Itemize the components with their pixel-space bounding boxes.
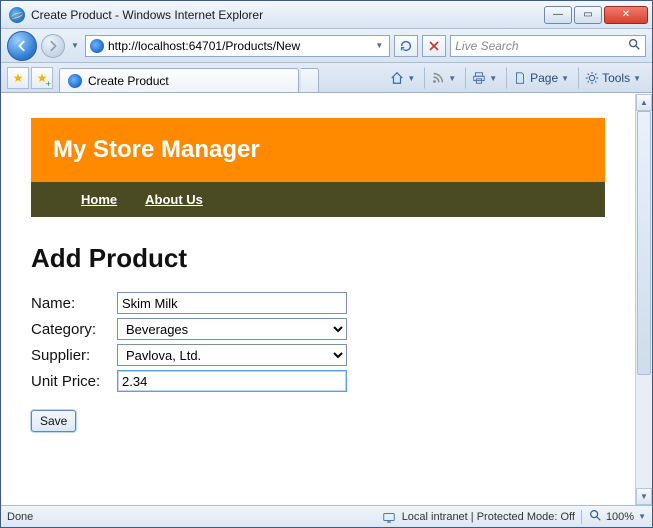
save-button[interactable]: Save: [31, 410, 76, 432]
tools-menu-label: Tools: [602, 71, 630, 85]
refresh-button[interactable]: [394, 35, 418, 57]
page-icon: [90, 39, 104, 53]
home-button[interactable]: ▼: [385, 67, 420, 89]
zoom-icon: [588, 508, 602, 525]
status-text: Done: [7, 511, 33, 523]
site-nav: Home About Us: [31, 182, 605, 217]
vertical-scrollbar[interactable]: ▲ ▼: [635, 94, 652, 505]
navigation-bar: ▼ http://localhost:64701/Products/New ▼ …: [1, 29, 652, 63]
site-banner: My Store Manager: [31, 118, 605, 182]
forward-button[interactable]: [41, 34, 65, 58]
page-menu-label: Page: [530, 71, 558, 85]
tab-title: Create Product: [88, 74, 169, 88]
close-button[interactable]: ✕: [604, 6, 648, 24]
feeds-button[interactable]: ▼: [424, 67, 461, 89]
ie-icon: [9, 7, 25, 23]
gear-icon: [585, 71, 599, 85]
zoom-control[interactable]: 100% ▼: [588, 508, 646, 525]
row-name: Name:: [31, 292, 605, 314]
search-placeholder: Live Search: [455, 39, 518, 53]
status-security: Local intranet | Protected Mode: Off: [402, 511, 575, 523]
arrow-right-icon: [46, 39, 60, 53]
scroll-up-button[interactable]: ▲: [636, 94, 652, 111]
browser-tab[interactable]: Create Product: [59, 68, 299, 92]
minimize-button[interactable]: —: [544, 6, 572, 24]
search-box[interactable]: Live Search: [450, 35, 646, 57]
page-heading: Add Product: [31, 243, 605, 274]
select-supplier[interactable]: Pavlova, Ltd.: [117, 344, 347, 366]
internet-zone-icon: [382, 510, 396, 524]
page-icon: [513, 71, 527, 85]
address-url: http://localhost:64701/Products/New: [108, 39, 367, 53]
input-unitprice[interactable]: [117, 370, 347, 392]
search-icon[interactable]: [627, 37, 641, 54]
nav-link-home[interactable]: Home: [81, 192, 117, 207]
rss-icon: [431, 71, 445, 85]
scroll-track[interactable]: [636, 111, 652, 488]
content-area: My Store Manager Home About Us Add Produ…: [1, 93, 652, 505]
address-dropdown-icon[interactable]: ▼: [371, 41, 387, 50]
nav-history-dropdown[interactable]: ▼: [69, 34, 81, 58]
refresh-icon: [399, 39, 413, 53]
home-icon: [390, 71, 404, 85]
new-tab-button[interactable]: [301, 68, 319, 92]
favorites-button[interactable]: ★: [7, 67, 29, 89]
window-title: Create Product - Windows Internet Explor…: [31, 8, 544, 22]
row-supplier: Supplier: Pavlova, Ltd.: [31, 344, 605, 366]
page-menu[interactable]: Page ▼: [506, 67, 574, 89]
row-unitprice: Unit Price:: [31, 370, 605, 392]
tools-menu[interactable]: Tools ▼: [578, 67, 646, 89]
label-name: Name:: [31, 295, 117, 312]
browser-window: Create Product - Windows Internet Explor…: [0, 0, 653, 528]
label-category: Category:: [31, 321, 117, 338]
label-supplier: Supplier:: [31, 347, 117, 364]
tab-favicon: [68, 74, 82, 88]
banner-title: My Store Manager: [53, 136, 260, 163]
status-bar: Done Local intranet | Protected Mode: Of…: [1, 505, 652, 527]
scroll-down-button[interactable]: ▼: [636, 488, 652, 505]
row-category: Category: Beverages: [31, 318, 605, 340]
print-button[interactable]: ▼: [465, 67, 502, 89]
titlebar: Create Product - Windows Internet Explor…: [1, 1, 652, 29]
zoom-value: 100%: [606, 511, 634, 523]
label-unitprice: Unit Price:: [31, 373, 117, 390]
address-bar[interactable]: http://localhost:64701/Products/New ▼: [85, 35, 390, 57]
input-name[interactable]: [117, 292, 347, 314]
nav-link-about[interactable]: About Us: [145, 192, 203, 207]
stop-icon: [427, 39, 441, 53]
scroll-thumb[interactable]: [637, 111, 651, 375]
tab-bar: ★ ★ Create Product ▼ ▼ ▼ Page ▼ Tools ▼: [1, 63, 652, 93]
page-body: My Store Manager Home About Us Add Produ…: [1, 94, 635, 505]
stop-button[interactable]: [422, 35, 446, 57]
print-icon: [472, 71, 486, 85]
select-category[interactable]: Beverages: [117, 318, 347, 340]
window-buttons: — ▭ ✕: [544, 6, 648, 24]
back-button[interactable]: [7, 31, 37, 61]
maximize-button[interactable]: ▭: [574, 6, 602, 24]
add-favorite-button[interactable]: ★: [31, 67, 53, 89]
arrow-left-icon: [15, 39, 29, 53]
